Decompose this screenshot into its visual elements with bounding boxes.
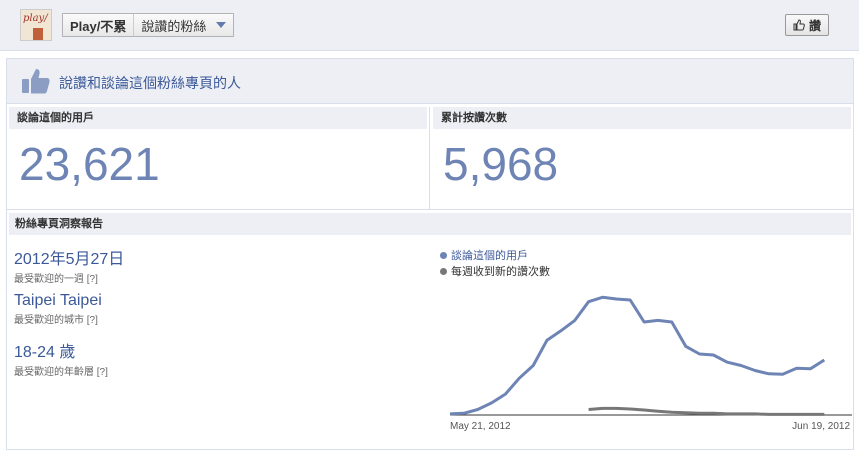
legend-item-new-likes[interactable]: 每週收到新的讚次數 (440, 263, 550, 279)
page-thumbnail-figure (33, 28, 43, 40)
insight-value: 2012年5月27日 (14, 251, 125, 268)
section-divider (7, 209, 853, 210)
stat-value: 5,968 (443, 138, 559, 190)
insight-desc: 最受歡迎的城市 [?] (14, 311, 102, 326)
legend-dot (440, 267, 447, 275)
legend-label: 每週收到新的讚次數 (451, 266, 550, 278)
legend-dot (440, 251, 447, 259)
insight-desc-text: 最受歡迎的城市 (14, 315, 84, 326)
page-selector[interactable]: Play/不累 說讚的粉絲 (62, 13, 235, 37)
insight-value: 18-24 歲 (14, 344, 76, 361)
insight-popular-city: Taipei Taipei 最受歡迎的城市 [?] (14, 292, 102, 326)
insight-popular-age: 18-24 歲 最受歡迎的年齡層 [?] (14, 338, 108, 378)
top-bar: play/ Play/不累 說讚的粉絲 讚 (0, 0, 859, 51)
page-thumbnail[interactable]: play/ (20, 9, 52, 41)
insight-desc-text: 最受歡迎的年齡層 (14, 367, 94, 378)
help-link[interactable]: [?] (87, 274, 98, 285)
x-tick-label: May 21, 2012 (450, 421, 511, 432)
stat-value: 23,621 (19, 138, 160, 190)
x-tick-label: Jun 19, 2012 (792, 421, 850, 432)
stat-talking-about: 談論這個的用戶 23,621 (9, 107, 427, 207)
series-line-0 (449, 295, 826, 416)
help-link[interactable]: [?] (87, 315, 98, 326)
help-link[interactable]: [?] (97, 367, 108, 378)
stat-total-likes: 累計按讚次數 5,968 (433, 107, 851, 207)
chart-legend: 談論這個的用戶 每週收到新的讚次數 (440, 247, 550, 279)
insights-panel: 說讚和談論這個粉絲專頁的人 談論這個的用戶 23,621 累計按讚次數 5,96… (6, 58, 854, 450)
stat-divider (429, 107, 430, 209)
series-line-1 (588, 406, 825, 416)
like-button-label: 讚 (808, 18, 821, 33)
thumbs-up-icon (793, 19, 805, 31)
stat-label: 累計按讚次數 (433, 107, 851, 129)
legend-item-talking[interactable]: 談論這個的用戶 (440, 247, 550, 263)
page-name[interactable]: Play/不累 (63, 14, 135, 36)
chevron-down-icon[interactable] (216, 22, 227, 28)
insight-desc: 最受歡迎的一週 [?] (14, 270, 124, 285)
insight-desc: 最受歡迎的年齡層 [?] (14, 363, 108, 378)
line-chart: May 21, 2012 Jun 19, 2012 (449, 295, 852, 432)
section-dropdown[interactable]: 說讚的粉絲 (134, 14, 212, 36)
insight-popular-week: 2012年5月27日 最受歡迎的一週 [?] (14, 245, 124, 285)
legend-label: 談論這個的用戶 (451, 250, 528, 262)
thumbs-up-icon (22, 69, 50, 94)
like-button[interactable]: 讚 (784, 14, 829, 36)
panel-title: 說讚和談論這個粉絲專頁的人 (59, 75, 241, 91)
panel-header: 說讚和談論這個粉絲專頁的人 (7, 59, 853, 104)
insight-desc-text: 最受歡迎的一週 (14, 274, 84, 285)
report-label: 粉絲專頁洞察報告 (9, 213, 851, 235)
insight-value: Taipei Taipei (14, 292, 102, 309)
page-thumbnail-logo: play/ (23, 13, 48, 24)
stat-label: 談論這個的用戶 (9, 107, 427, 129)
